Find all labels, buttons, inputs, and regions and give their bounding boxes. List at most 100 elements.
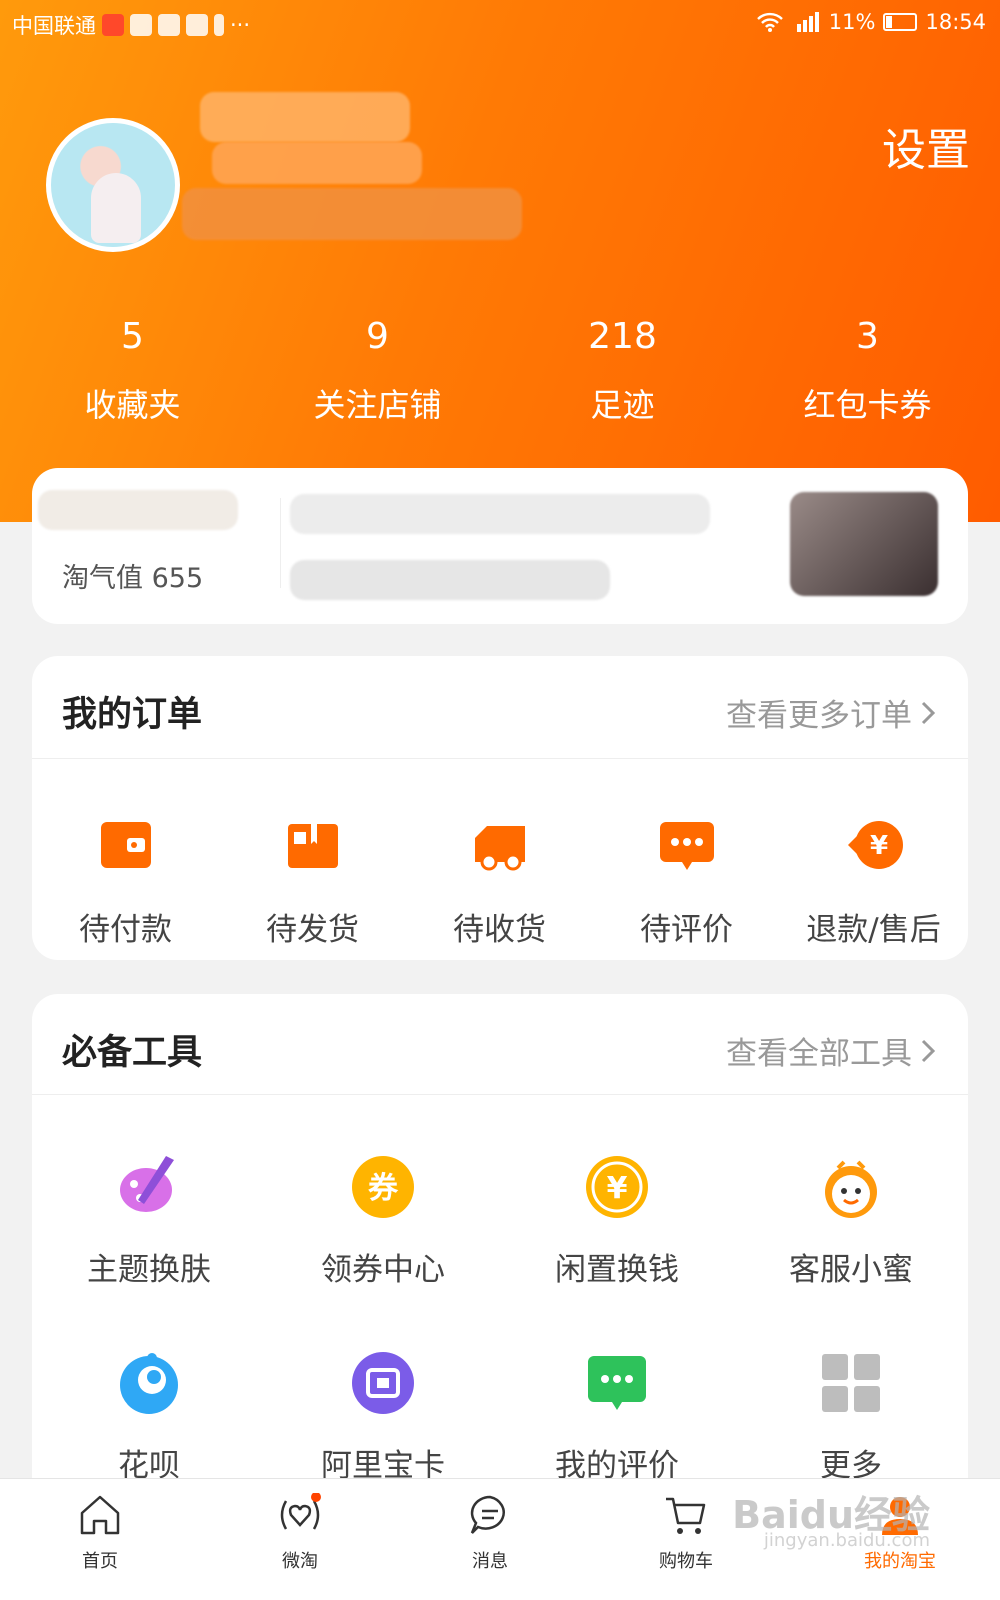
tab-cart[interactable]: 购物车 [626,1493,746,1573]
svg-text:¥: ¥ [607,1171,628,1206]
orders-card: 我的订单 查看更多订单 待付款 待发货 待收货 待评价 ¥ 退款/售后 [32,656,968,960]
taoqi-points: 淘气值 655 [62,563,204,594]
member-benefit-blurred [290,494,710,534]
orders-title: 我的订单 [62,695,203,735]
tab-home[interactable]: 首页 [40,1493,160,1573]
order-pending-shipment[interactable]: 待发货 [219,816,406,949]
chevron-right-icon [921,1039,936,1062]
username-blurred [200,92,410,142]
carrier-label: 中国联通 [12,14,96,38]
member-thumbnail-blurred [790,492,938,596]
stat-label: 足迹 [590,386,655,424]
tool-idle-cash[interactable]: ¥ 闲置换钱 [500,1154,734,1289]
tab-weitao[interactable]: 微淘 [240,1492,360,1573]
palette-icon [120,1156,174,1212]
order-pending-payment[interactable]: 待付款 [32,816,219,949]
tab-label: 微淘 [282,1551,318,1572]
coupon-icon: 券 [352,1156,414,1218]
card-divider [32,1094,968,1095]
signal-icon [796,12,819,32]
tools-card: 必备工具 查看全部工具 主题换肤 券 领券中心 ¥ 闲置换钱 客服小蜜 花呗 阿… [32,994,968,1514]
tool-coupon-center[interactable]: 券 领券中心 [266,1154,500,1289]
stats-row: 5 收藏夹 9 关注店铺 218 足迹 3 红包卡券 [10,316,990,426]
tool-label: 领券中心 [321,1252,445,1288]
stat-followed-stores[interactable]: 9 关注店铺 [255,316,500,426]
cart-icon [666,1497,706,1534]
alert-icon [214,14,224,36]
member-card[interactable]: 淘气值 655 [32,468,968,624]
notification-icon [102,14,124,36]
member-benefit-blurred [290,560,610,600]
bee-icon [825,1160,877,1218]
username-blurred [212,142,422,184]
card-divider [280,498,281,588]
tool-ali-card[interactable]: 阿里宝卡 [266,1350,500,1485]
home-icon [80,1495,120,1535]
order-status-row: 待付款 待发货 待收货 待评价 ¥ 退款/售后 [32,816,968,949]
order-pending-review[interactable]: 待评价 [593,816,780,949]
tools-row-1: 主题换肤 券 领券中心 ¥ 闲置换钱 客服小蜜 [32,1154,968,1289]
wallet-icon [100,822,151,868]
video-app-icon [130,14,152,36]
tool-theme-skin[interactable]: 主题换肤 [32,1154,266,1289]
view-all-tools-label: 查看全部工具 [726,1036,912,1072]
order-status-label: 待评价 [640,912,733,948]
tool-label: 主题换肤 [87,1252,211,1288]
order-refund-aftersale[interactable]: ¥ 退款/售后 [780,816,967,949]
tool-huabei[interactable]: 花呗 [32,1350,266,1485]
svg-text:¥: ¥ [869,831,887,861]
tool-label: 客服小蜜 [789,1252,913,1288]
chevron-right-icon [921,701,936,724]
avatar[interactable] [46,118,180,252]
member-level-blurred [38,490,238,530]
view-more-orders-label: 查看更多订单 [726,698,912,734]
view-all-tools-link[interactable]: 查看全部工具 [726,1028,938,1073]
stat-label: 红包卡券 [803,386,932,424]
stat-favorites[interactable]: 5 收藏夹 [10,316,255,426]
member-badge-blurred[interactable] [182,188,522,240]
card-divider [32,758,968,759]
package-icon [287,824,338,868]
order-status-label: 退款/售后 [806,912,941,948]
battery-icon [883,13,918,31]
stat-count: 3 [856,316,879,357]
tools-row-2: 花呗 阿里宝卡 我的评价 更多 [32,1350,968,1485]
profile-header [0,0,1000,522]
more-notifications: ··· [230,13,251,37]
battery-percent: 11% [828,10,876,34]
tool-customer-service[interactable]: 客服小蜜 [734,1154,968,1289]
truck-icon [474,826,525,871]
weitao-icon [280,1492,321,1530]
yuan-coin-icon: ¥ [586,1156,648,1218]
order-pending-receipt[interactable]: 待收货 [406,816,593,949]
tab-label: 首页 [82,1551,118,1572]
stat-count: 218 [588,316,657,357]
stat-footprints[interactable]: 218 足迹 [500,316,745,426]
chat-bubble-icon [588,1356,646,1410]
tool-my-reviews[interactable]: 我的评价 [500,1350,734,1485]
tools-title: 必备工具 [62,1033,203,1073]
svg-text:券: 券 [368,1171,399,1206]
message-icon [470,1495,505,1534]
stat-count: 9 [366,316,389,357]
view-more-orders-link[interactable]: 查看更多订单 [726,690,938,735]
tool-label: 闲置换钱 [555,1252,679,1288]
grid-icon [822,1354,880,1412]
app-icon [158,14,180,36]
stat-count: 5 [121,316,144,357]
stat-coupons[interactable]: 3 红包卡券 [745,316,990,426]
wifi-icon [756,12,783,32]
refund-icon: ¥ [847,821,903,869]
clock: 18:54 [925,10,986,34]
order-status-label: 待收货 [453,912,546,948]
tab-messages[interactable]: 消息 [430,1493,550,1573]
tab-label: 消息 [472,1551,508,1572]
tool-more[interactable]: 更多 [734,1350,968,1485]
settings-button[interactable]: 设置 [882,114,970,178]
comment-icon [659,822,714,870]
stat-label: 收藏夹 [84,386,181,424]
stat-label: 关注店铺 [313,386,442,424]
order-status-label: 待发货 [266,912,359,948]
app-icon [186,14,208,36]
watermark-url: jingyan.baidu.com [763,1530,930,1551]
